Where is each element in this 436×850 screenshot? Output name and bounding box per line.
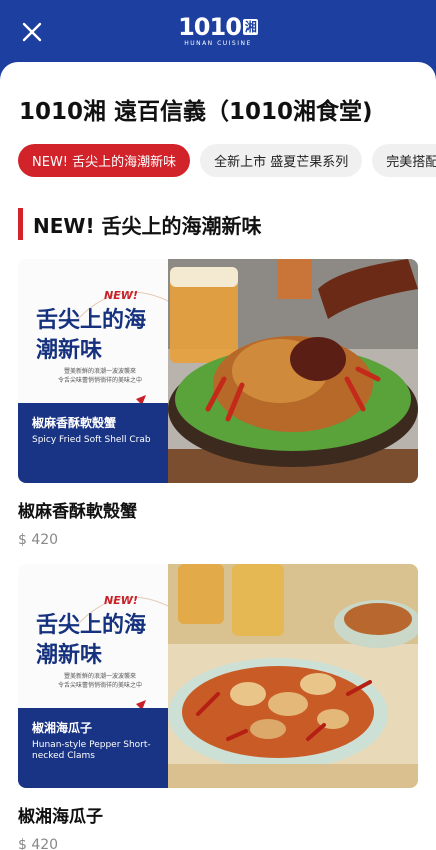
promo-line: 豐美新鮮的浪潮一波波襲來 xyxy=(63,368,136,375)
promo-tagline: 豐美新鮮的浪潮一波波襲來 令舌尖味蕾悄悄徜徉的美味之中 xyxy=(42,672,158,690)
promo-tagline: 豐美新鮮的浪潮一波波襲來 令舌尖味蕾悄悄徜徉的美味之中 xyxy=(42,367,158,385)
new-tag: NEW! xyxy=(104,289,138,302)
section-header: NEW! 舌尖上的海潮新味 xyxy=(18,208,262,240)
dish-name-en: Hunan-style Pepper Short-necked Clams xyxy=(32,740,151,761)
promo-line: 豐美新鮮的浪潮一波波襲來 xyxy=(63,673,136,680)
dish-name-en: Spicy Fried Soft Shell Crab xyxy=(32,435,151,445)
tab-mango-series[interactable]: 全新上市 盛夏芒果系列 xyxy=(200,144,363,177)
section-accent-bar xyxy=(18,208,23,240)
logo-box-text: 湘 xyxy=(242,19,258,35)
logo-subtext: HUNAN CUISINE xyxy=(184,40,252,47)
dish-name-zh: 椒湘海瓜子 xyxy=(32,721,93,735)
menu-item-name: 椒麻香酥軟殼蟹 xyxy=(18,502,137,522)
menu-item[interactable]: NEW! 舌尖上的海潮新味 豐美新鮮的浪潮一波波襲來 令舌尖味蕾悄悄徜徉的美味之… xyxy=(18,259,418,548)
store-title: 1010湘 遠百信義（1010湘食堂) xyxy=(19,99,373,125)
promo-line: 令舌尖味蕾悄悄徜徉的美味之中 xyxy=(57,377,142,384)
promo-line: 令舌尖味蕾悄悄徜徉的美味之中 xyxy=(57,682,142,689)
menu-item-price: $ 420 xyxy=(18,837,59,850)
tab-perfect-pairing[interactable]: 完美搭配 xyxy=(372,144,436,177)
menu-item-name: 椒湘海瓜子 xyxy=(18,807,103,827)
logo-text: 1010 xyxy=(178,13,242,41)
category-tabs: NEW! 舌尖上的海潮新味 全新上市 盛夏芒果系列 完美搭配 xyxy=(18,144,436,178)
promo-panel: NEW! 舌尖上的海潮新味 豐美新鮮的浪潮一波波襲來 令舌尖味蕾悄悄徜徉的美味之… xyxy=(18,564,168,788)
close-icon xyxy=(22,22,42,42)
promo-title: 舌尖上的海潮新味 xyxy=(36,307,147,363)
section-title: NEW! 舌尖上的海潮新味 xyxy=(33,213,262,238)
dish-photo xyxy=(168,259,418,483)
dish-name-band: 椒湘海瓜子 Hunan-style Pepper Short-necked Cl… xyxy=(18,708,168,788)
top-bar: 1010 湘 HUNAN CUISINE xyxy=(0,0,436,66)
promo-panel: NEW! 舌尖上的海潮新味 豐美新鮮的浪潮一波波襲來 令舌尖味蕾悄悄徜徉的美味之… xyxy=(18,259,168,483)
brand-logo: 1010 湘 HUNAN CUISINE xyxy=(172,14,264,50)
menu-sheet: 1010湘 遠百信義（1010湘食堂) NEW! 舌尖上的海潮新味 全新上市 盛… xyxy=(0,62,436,850)
dish-photo xyxy=(168,564,418,788)
dish-name-band: 椒麻香酥軟殼蟹 Spicy Fried Soft Shell Crab xyxy=(18,403,168,483)
menu-item-price: $ 420 xyxy=(18,532,59,548)
promo-title: 舌尖上的海潮新味 xyxy=(36,612,147,668)
menu-item-image[interactable]: NEW! 舌尖上的海潮新味 豐美新鮮的浪潮一波波襲來 令舌尖味蕾悄悄徜徉的美味之… xyxy=(18,259,418,483)
tab-new-seafood[interactable]: NEW! 舌尖上的海潮新味 xyxy=(18,144,191,177)
menu-item-image[interactable]: NEW! 舌尖上的海潮新味 豐美新鮮的浪潮一波波襲來 令舌尖味蕾悄悄徜徉的美味之… xyxy=(18,564,418,788)
new-tag: NEW! xyxy=(104,594,138,607)
dish-name-zh: 椒麻香酥軟殼蟹 xyxy=(32,416,117,430)
close-button[interactable] xyxy=(14,14,50,50)
menu-item[interactable]: NEW! 舌尖上的海潮新味 豐美新鮮的浪潮一波波襲來 令舌尖味蕾悄悄徜徉的美味之… xyxy=(18,564,418,850)
